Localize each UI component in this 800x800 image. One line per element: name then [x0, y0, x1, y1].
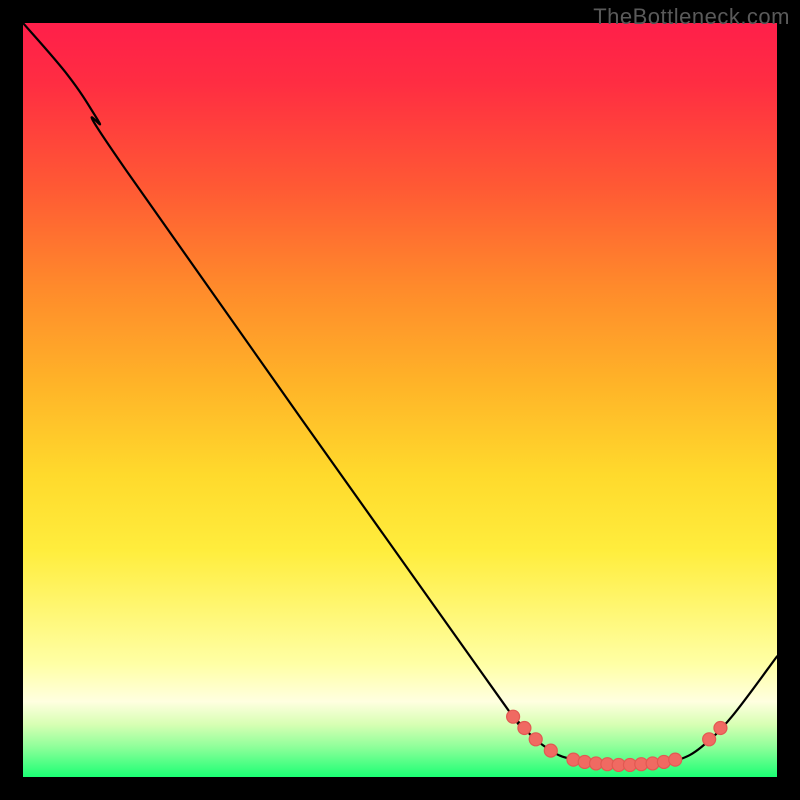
highlight-dot [544, 744, 557, 757]
watermark-text: TheBottleneck.com [593, 4, 790, 30]
highlight-dot [518, 721, 531, 734]
highlight-dots [507, 710, 727, 771]
highlight-dot [567, 753, 580, 766]
highlight-dot [714, 721, 727, 734]
highlight-dot [507, 710, 520, 723]
chart-frame: TheBottleneck.com [0, 0, 800, 800]
chart-svg [23, 23, 777, 777]
highlight-dot [669, 753, 682, 766]
highlight-dot [529, 733, 542, 746]
chart-gradient-area [23, 23, 777, 777]
highlight-dot [657, 755, 670, 768]
curve-line [23, 23, 777, 765]
highlight-dot [703, 733, 716, 746]
